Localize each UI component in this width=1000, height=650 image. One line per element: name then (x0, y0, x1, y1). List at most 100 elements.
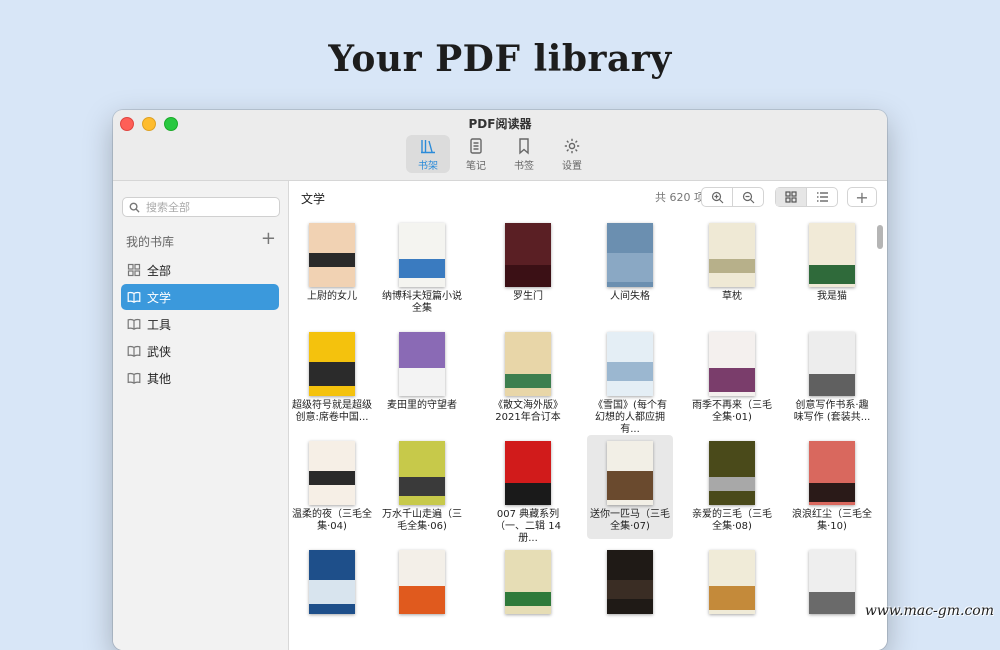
book-title: 《雪国》(每个有幻想的人都应拥有... (593, 400, 667, 435)
book-card[interactable]: 超级符号就是超级创意:席卷中国... (289, 326, 375, 430)
book-card[interactable] (689, 544, 775, 648)
book-cover (809, 223, 855, 287)
sidebar-item-wuxia[interactable]: 武侠 (121, 338, 279, 364)
library-header: 我的书库 + (126, 230, 276, 250)
book-title: 温柔的夜（三毛全集·04) (292, 509, 372, 532)
book-cover (809, 550, 855, 614)
book-cover (399, 550, 445, 614)
add-library-button[interactable]: + (261, 230, 276, 250)
book-card[interactable]: 纳博科夫短篇小说全集 (379, 217, 465, 321)
book-card[interactable] (485, 544, 571, 648)
zoom-out-button[interactable] (732, 188, 763, 206)
grid-view-button[interactable] (776, 188, 806, 206)
book-cover-art (709, 477, 755, 491)
tab-notes[interactable]: 笔记 (454, 135, 498, 173)
tab-bookshelf[interactable]: 书架 (406, 135, 450, 173)
book-card[interactable]: 创意写作书系·趣味写作 (套装共... (789, 326, 875, 430)
book-card[interactable]: 温柔的夜（三毛全集·04) (289, 435, 375, 539)
zoom-controls (701, 187, 764, 207)
sidebar-item-label: 工具 (147, 317, 172, 332)
list-view-button[interactable] (806, 188, 837, 206)
sidebar-item-label: 其他 (147, 371, 172, 386)
add-book-button[interactable]: + (847, 187, 877, 207)
book-card[interactable]: 草枕 (689, 217, 775, 321)
sidebar: 搜索全部 我的书库 + 全部 文学 工具 武侠 其他 (113, 181, 289, 650)
list-view-icon (816, 192, 828, 202)
sidebar-item-literature[interactable]: 文学 (121, 284, 279, 310)
book-cover (709, 223, 755, 287)
book-cover-art (607, 362, 653, 381)
book-card[interactable]: 人间失格 (587, 217, 673, 321)
book-card[interactable]: 浪浪红尘（三毛全集·10) (789, 435, 875, 539)
sidebar-item-label: 全部 (147, 263, 172, 278)
book-card[interactable]: 我是猫 (789, 217, 875, 321)
book-card[interactable]: 送你一匹马（三毛全集·07) (587, 435, 673, 539)
book-cover-art (505, 265, 551, 287)
book-cover (309, 223, 355, 287)
sidebar-item-other[interactable]: 其他 (121, 365, 279, 391)
book-cover (309, 441, 355, 505)
book-cover (607, 223, 653, 287)
book-title: 送你一匹马（三毛全集·07) (590, 509, 670, 532)
search-field[interactable]: 搜索全部 (122, 197, 280, 217)
book-cover (709, 332, 755, 396)
book-title: 我是猫 (817, 291, 847, 302)
book-card[interactable]: 罗生门 (485, 217, 571, 321)
tab-bookmarks[interactable]: 书签 (502, 135, 546, 173)
book-cover-art (399, 477, 445, 496)
book-cover (309, 550, 355, 614)
book-cover-art (607, 471, 653, 500)
bookmark-icon (519, 137, 529, 155)
headline: Your PDF library (328, 38, 672, 80)
book-cover (309, 332, 355, 396)
content-header: 文学 共 620 项 + (289, 181, 887, 211)
book-icon (127, 345, 141, 357)
book-icon (127, 318, 141, 330)
book-card[interactable] (789, 544, 875, 648)
tab-bookmarks-label: 书签 (514, 160, 534, 172)
book-cover-art (309, 471, 355, 485)
sidebar-item-label: 文学 (147, 290, 172, 305)
sidebar-item-tools[interactable]: 工具 (121, 311, 279, 337)
item-count: 共 620 项 (655, 191, 705, 204)
book-card[interactable] (379, 544, 465, 648)
book-cover-art (809, 483, 855, 502)
book-cover (709, 441, 755, 505)
book-cover-art (399, 368, 445, 396)
book-cover (607, 441, 653, 505)
vertical-scrollbar[interactable] (873, 211, 887, 650)
book-cover-art (309, 253, 355, 267)
book-card[interactable]: 万水千山走遍（三毛全集·06) (379, 435, 465, 539)
book-card[interactable]: 上尉的女儿 (289, 217, 375, 321)
book-cover (505, 550, 551, 614)
sidebar-item-all[interactable]: 全部 (121, 257, 279, 283)
book-title: 《散文海外版》2021年合订本 (493, 400, 563, 423)
book-cover (607, 332, 653, 396)
tab-settings[interactable]: 设置 (550, 135, 594, 173)
content-area: 文学 共 620 项 + 上尉的女儿 纳博科夫短篇小说全集 罗生门 人间失格 草… (289, 181, 887, 650)
tab-settings-label: 设置 (562, 160, 582, 172)
book-title: 万水千山走遍（三毛全集·06) (382, 509, 462, 532)
book-title: 上尉的女儿 (307, 291, 357, 302)
book-title: 罗生门 (513, 291, 543, 302)
book-cover-art (809, 265, 855, 284)
book-icon (127, 372, 141, 384)
app-window: PDF阅读器 书架 笔记 书签 设置 搜索全部 我的书库 + 全部 文学 工具 … (113, 110, 887, 650)
tab-notes-label: 笔记 (466, 160, 486, 172)
scrollbar-thumb[interactable] (877, 225, 883, 249)
book-card[interactable]: 007 典藏系列（一、二辑 14 册... (485, 435, 571, 544)
book-card[interactable] (587, 544, 673, 648)
titlebar: PDF阅读器 书架 笔记 书签 设置 (113, 110, 887, 181)
book-card[interactable]: 麦田里的守望者 (379, 326, 465, 430)
book-card[interactable] (289, 544, 375, 648)
window-title: PDF阅读器 (468, 117, 532, 131)
zoom-in-button[interactable] (702, 188, 732, 206)
book-cover (809, 441, 855, 505)
book-title: 纳博科夫短篇小说全集 (382, 291, 462, 314)
book-title: 雨季不再来（三毛全集·01) (692, 400, 772, 423)
category-title: 文学 (301, 192, 326, 206)
book-card[interactable]: 《雪国》(每个有幻想的人都应拥有... (587, 326, 673, 435)
book-card[interactable]: 亲爱的三毛（三毛全集·08) (689, 435, 775, 539)
book-card[interactable]: 雨季不再来（三毛全集·01) (689, 326, 775, 430)
book-card[interactable]: 《散文海外版》2021年合订本 (485, 326, 571, 430)
